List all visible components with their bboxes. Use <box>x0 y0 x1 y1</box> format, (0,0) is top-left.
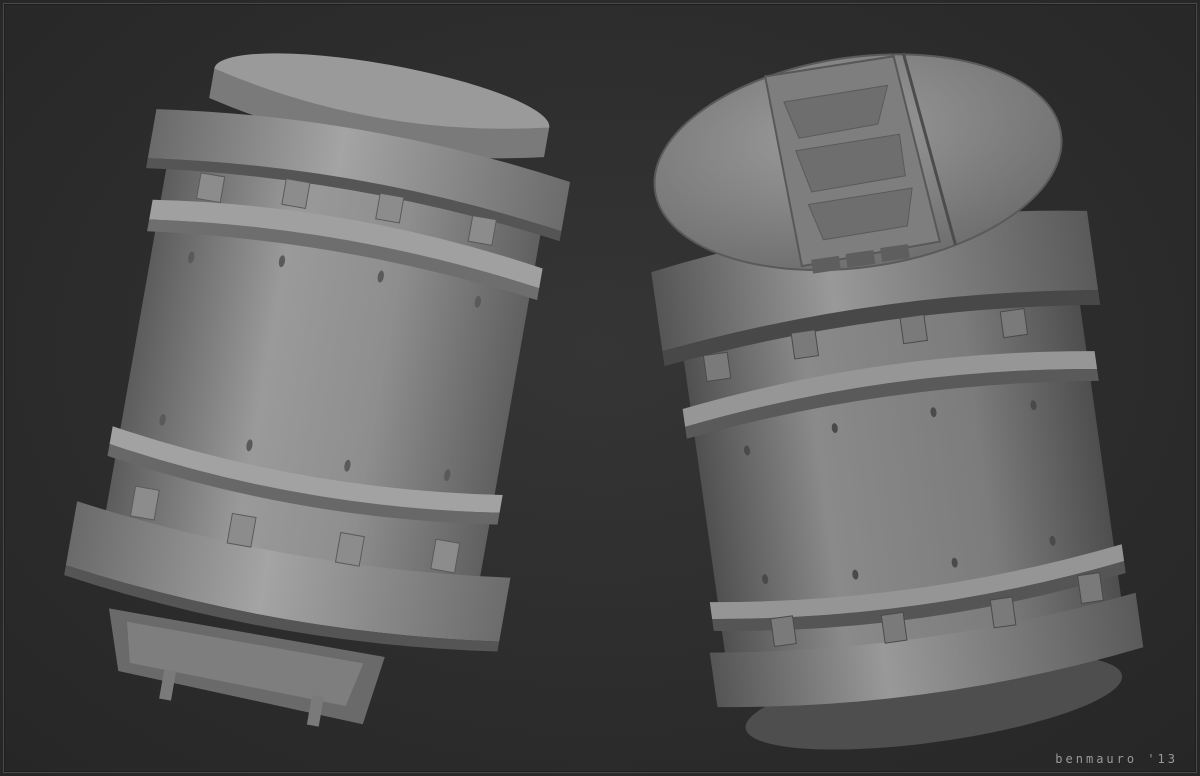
barrel-left <box>64 53 571 727</box>
barrel-right <box>651 52 1144 750</box>
artist-signature: benmauro '13 <box>1055 752 1178 766</box>
render-viewport: benmauro '13 <box>0 0 1200 776</box>
sculpt-render <box>64 52 1144 750</box>
